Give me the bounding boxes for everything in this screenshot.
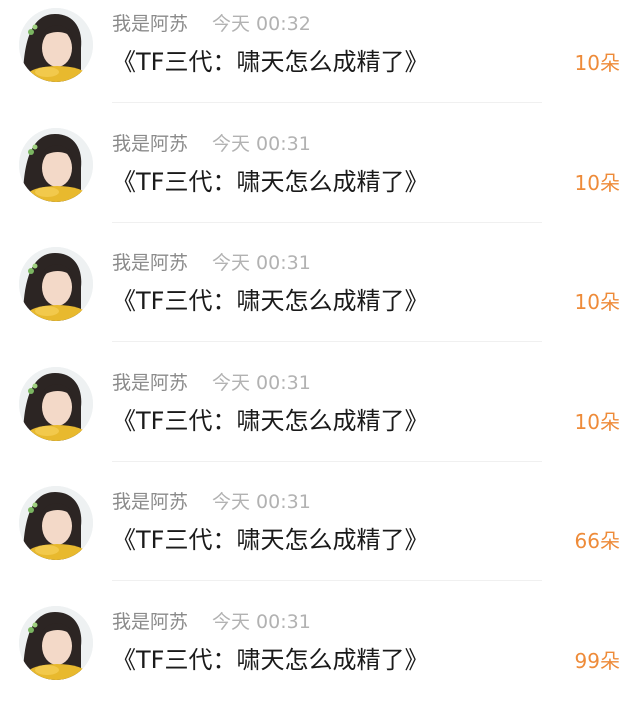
avatar-image [19,486,93,561]
gift-count: 10朵 [574,290,620,315]
sender-name[interactable]: 我是阿苏 [112,12,188,36]
user-avatar[interactable] [19,127,93,202]
message-row[interactable]: 我是阿苏 今天 00:32 《TF三代：啸天怎么成精了》 10朵 [0,0,640,120]
row-divider [112,221,542,223]
gift-count: 66朵 [574,529,620,554]
user-avatar[interactable] [19,8,93,82]
message-text: 《TF三代：啸天怎么成精了》 [112,287,429,316]
sender-name[interactable]: 我是阿苏 [112,251,188,275]
avatar-image [19,366,93,441]
message-time: 今天 00:31 [212,371,311,394]
user-avatar[interactable] [19,247,93,322]
gift-count: 10朵 [574,170,620,195]
message-time: 今天 00:31 [212,491,311,514]
gift-count: 99朵 [574,648,620,673]
message-list: 我是阿苏 今天 00:32 《TF三代：啸天怎么成精了》 10朵 我是阿苏 今天… [0,0,640,718]
gift-count: 10朵 [574,409,620,434]
message-text: 《TF三代：啸天怎么成精了》 [112,406,429,435]
message-row[interactable]: 我是阿苏 今天 00:31 《TF三代：啸天怎么成精了》 10朵 [0,120,640,240]
sender-name[interactable]: 我是阿苏 [112,132,188,156]
message-time: 今天 00:31 [212,132,311,155]
message-row[interactable]: 我是阿苏 今天 00:31 《TF三代：啸天怎么成精了》 10朵 [0,239,640,359]
row-divider [112,580,542,582]
row-divider [112,102,542,103]
message-row[interactable]: 我是阿苏 今天 00:31 《TF三代：啸天怎么成精了》 99朵 [0,598,640,718]
message-time: 今天 00:31 [212,610,311,633]
sender-name[interactable]: 我是阿苏 [112,610,188,634]
user-avatar[interactable] [19,366,93,441]
gift-count: 10朵 [574,51,620,75]
avatar-image [19,605,93,680]
message-text: 《TF三代：啸天怎么成精了》 [112,167,429,196]
user-avatar[interactable] [19,486,93,561]
message-text: 《TF三代：啸天怎么成精了》 [112,526,429,555]
avatar-image [19,247,93,322]
row-divider [112,341,542,343]
message-time: 今天 00:32 [212,13,311,35]
sender-name[interactable]: 我是阿苏 [112,371,188,395]
user-avatar[interactable] [19,605,93,680]
message-time: 今天 00:31 [212,252,311,275]
message-text: 《TF三代：啸天怎么成精了》 [112,48,429,76]
message-row[interactable]: 我是阿苏 今天 00:31 《TF三代：啸天怎么成精了》 10朵 [0,359,640,479]
sender-name[interactable]: 我是阿苏 [112,490,188,514]
avatar-image [19,8,93,82]
avatar-image [19,127,93,202]
message-row[interactable]: 我是阿苏 今天 00:31 《TF三代：啸天怎么成精了》 66朵 [0,478,640,598]
row-divider [112,460,542,462]
message-text: 《TF三代：啸天怎么成精了》 [112,645,429,674]
